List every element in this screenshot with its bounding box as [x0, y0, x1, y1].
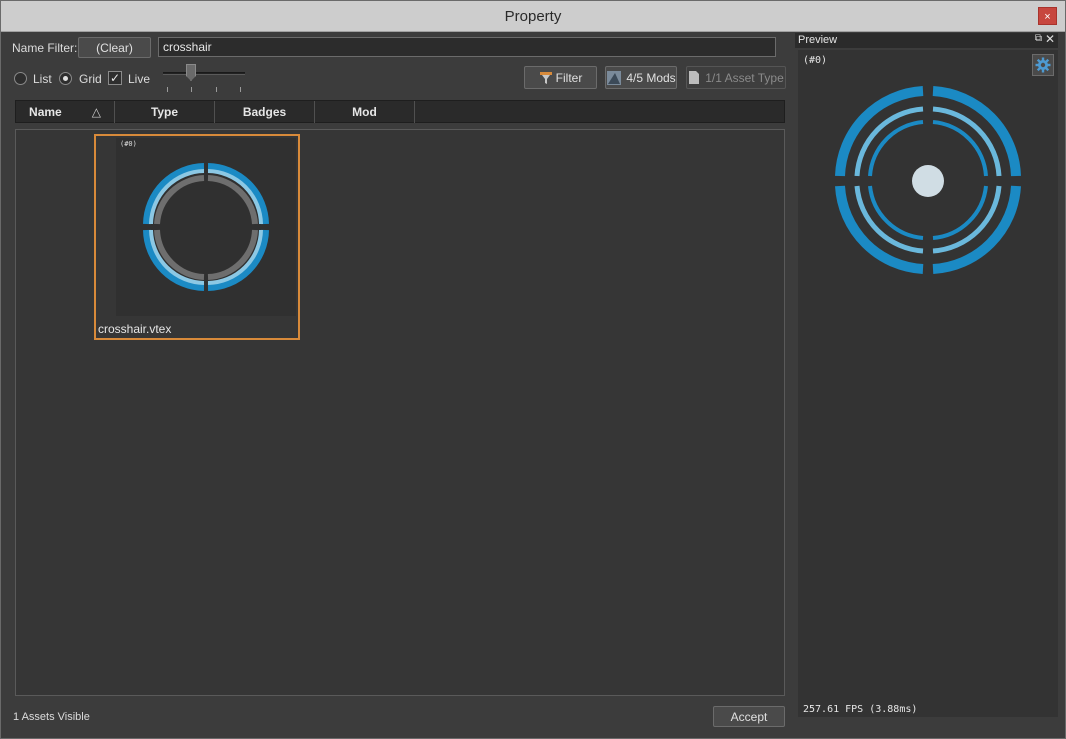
close-icon: × [1044, 11, 1051, 23]
filter-button[interactable]: Filter [524, 66, 597, 89]
slider-tick [191, 87, 192, 92]
preview-header: Preview ⧉ ✕ [795, 32, 1058, 48]
accept-button[interactable]: Accept [713, 706, 785, 727]
slider-tick [240, 87, 241, 92]
mods-button[interactable]: 4/5 Mods [605, 66, 677, 89]
preview-viewport[interactable] [798, 50, 1058, 717]
mods-icon [607, 70, 622, 85]
filter-button-label: Filter [555, 70, 583, 85]
float-icon[interactable]: ⧉ [1035, 33, 1042, 44]
asset-thumbnail [116, 138, 296, 316]
name-filter-input[interactable]: crosshair [158, 37, 776, 57]
window-title: Property [504, 8, 562, 25]
live-label: Live [128, 72, 151, 86]
grid-view-label: Grid [79, 72, 102, 86]
preview-tag: (#0) [803, 55, 828, 66]
preview-title: Preview [798, 34, 838, 46]
asset-type-button[interactable]: 1/1 Asset Type [686, 66, 786, 89]
live-checkbox[interactable]: ✓ [108, 71, 122, 85]
slider-handle[interactable] [186, 64, 196, 81]
asset-type-icon [689, 71, 700, 84]
title-bar[interactable]: Property × [1, 1, 1065, 32]
sort-arrow-icon: △ [91, 105, 101, 119]
preview-settings-button[interactable] [1032, 54, 1054, 76]
crosshair-thumbnail-image [143, 163, 269, 291]
filter-icon [539, 71, 552, 84]
crosshair-preview-image [835, 86, 1021, 274]
mods-button-label: 4/5 Mods [626, 70, 676, 85]
slider-tick [216, 87, 217, 92]
asset-tag: (#0) [120, 140, 137, 148]
fps-readout: 257.61 FPS (3.88ms) [803, 704, 918, 715]
clear-filter-button[interactable]: (Clear) [78, 37, 151, 58]
list-view-radio[interactable] [14, 72, 27, 85]
thumbnail-size-slider[interactable] [163, 72, 245, 75]
slider-tick [167, 87, 168, 92]
column-badges[interactable]: Badges [215, 101, 315, 123]
gear-icon [1035, 57, 1051, 73]
column-name[interactable]: Name △ [16, 101, 115, 123]
column-mod[interactable]: Mod [315, 101, 415, 123]
property-window: Property × Name Filter: (Clear) crosshai… [0, 0, 1066, 739]
close-window-button[interactable]: × [1038, 7, 1057, 25]
column-header: Name △ Type Badges Mod [15, 100, 785, 123]
asset-grid[interactable]: (#0) crosshair.vtex [15, 129, 785, 696]
assets-visible-status: 1 Assets Visible [13, 711, 90, 723]
list-view-label: List [33, 72, 52, 86]
name-filter-label: Name Filter: [12, 41, 78, 55]
grid-view-radio[interactable] [59, 72, 72, 85]
asset-tile[interactable]: (#0) crosshair.vtex [94, 134, 300, 340]
asset-type-button-label: 1/1 Asset Type [705, 70, 784, 85]
column-name-label: Name [29, 105, 62, 119]
column-type[interactable]: Type [115, 101, 215, 123]
preview-close-icon[interactable]: ✕ [1045, 32, 1055, 46]
asset-name: crosshair.vtex [98, 322, 172, 336]
